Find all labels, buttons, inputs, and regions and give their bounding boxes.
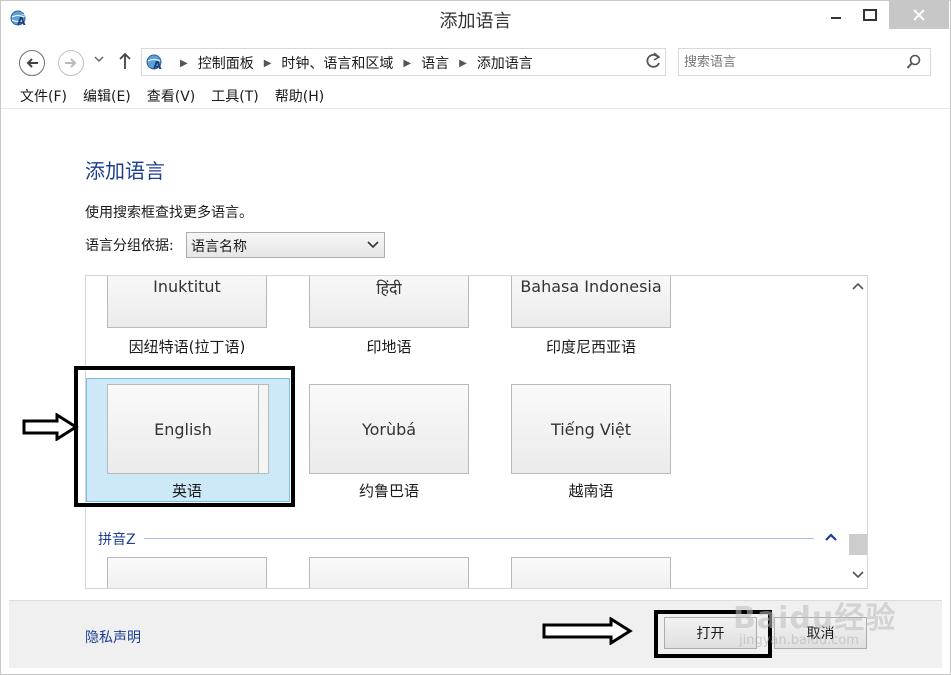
language-tile-caption: 约鲁巴语 xyxy=(358,482,419,500)
vertical-scrollbar[interactable] xyxy=(847,276,867,588)
chevron-down-icon xyxy=(367,241,379,249)
navigation-bar: A ▶ 控制面板 ▶ 时钟、语言和区域 ▶ 语言 ▶ 添加语言 xyxy=(1,41,950,83)
page-title: 添加语言 xyxy=(85,159,165,183)
up-arrow-icon[interactable] xyxy=(117,51,133,71)
back-button[interactable] xyxy=(19,50,45,76)
forward-arrow-icon xyxy=(65,58,77,68)
language-tile-vietnamese[interactable]: Tiếng Việt 越南语 xyxy=(511,384,671,504)
maximize-button[interactable] xyxy=(853,1,887,29)
language-tile-partial[interactable] xyxy=(511,557,671,588)
menu-help[interactable]: 帮助(H) xyxy=(275,86,324,106)
menu-edit[interactable]: 编辑(E) xyxy=(83,86,131,106)
group-by-select[interactable]: 语言名称 xyxy=(186,232,385,258)
address-bar[interactable]: A ▶ 控制面板 ▶ 时钟、语言和区域 ▶ 语言 ▶ 添加语言 xyxy=(141,48,771,76)
search-input[interactable] xyxy=(679,49,894,75)
search-icon[interactable] xyxy=(906,54,922,70)
main-content: 添加语言 使用搜索框查找更多语言。 语言分组依据: 语言名称 Inuktitut… xyxy=(9,110,942,600)
language-tile-native-name: हिंदी xyxy=(309,276,469,328)
language-tile-native-name: Tiếng Việt xyxy=(511,384,671,474)
svg-text:A: A xyxy=(153,59,162,72)
menu-bar: 文件(F) 编辑(E) 查看(V) 工具(T) 帮助(H) xyxy=(1,83,950,109)
language-tile-caption: 印度尼西亚语 xyxy=(545,338,636,356)
section-header-label: 拼音Z xyxy=(98,532,136,548)
breadcrumb-item-control-panel[interactable]: 控制面板 xyxy=(198,53,254,73)
language-tile-native-name: Inuktitut xyxy=(107,276,267,328)
breadcrumb: ▶ 控制面板 ▶ 时钟、语言和区域 ▶ 语言 ▶ 添加语言 xyxy=(170,53,533,73)
minimize-button[interactable] xyxy=(819,1,853,29)
breadcrumb-item-add-language[interactable]: 添加语言 xyxy=(477,53,533,73)
scrollbar-thumb[interactable] xyxy=(849,534,867,555)
scroll-up-chevron-icon[interactable] xyxy=(852,281,864,291)
group-by-selected-value: 语言名称 xyxy=(191,239,247,255)
page-description: 使用搜索框查找更多语言。 xyxy=(85,205,253,221)
highlight-rectangle-english xyxy=(74,366,295,507)
title-bar: A 字 添加语言 xyxy=(1,1,950,41)
close-icon xyxy=(913,9,925,21)
add-language-window: A 字 添加语言 A ▶ 控制面板 ▶ 时钟、语言和区域 ▶ 语言 ▶ 添加语言… xyxy=(0,0,951,675)
menu-file[interactable]: 文件(F) xyxy=(20,86,67,106)
language-tile-inuktitut[interactable]: Inuktitut 因纽特语(拉丁语) xyxy=(107,276,267,356)
refresh-icon[interactable] xyxy=(644,51,662,71)
search-box[interactable] xyxy=(678,48,931,76)
breadcrumb-separator-icon: ▶ xyxy=(403,57,412,69)
window-title: 添加语言 xyxy=(439,11,512,32)
group-by-label: 语言分组依据: xyxy=(85,238,174,254)
watermark-url: jingyan.baidu.com xyxy=(739,633,859,648)
collapse-section-chevron-up-icon[interactable] xyxy=(824,532,838,542)
language-tile-bahasa-indonesia[interactable]: Bahasa Indonesia 印度尼西亚语 xyxy=(511,276,671,356)
baidu-jingyan-watermark: Baidu经验 jingyan.baidu.com xyxy=(733,593,933,657)
language-tile-hindi[interactable]: हिंदी 印地语 xyxy=(309,276,469,356)
pointer-arrow-icon xyxy=(542,617,633,645)
forward-button[interactable] xyxy=(58,50,84,76)
close-button[interactable] xyxy=(889,1,949,29)
maximize-icon xyxy=(863,9,877,21)
minimize-icon xyxy=(831,17,841,19)
language-tile-caption: 因纽特语(拉丁语) xyxy=(128,338,246,356)
recent-locations-chevron-icon[interactable] xyxy=(94,55,104,63)
section-divider xyxy=(144,538,814,539)
watermark-brand: Baidu经验 xyxy=(733,601,897,636)
menu-view[interactable]: 查看(V) xyxy=(147,86,196,106)
language-tile-yoruba[interactable]: Yorùbá 约鲁巴语 xyxy=(309,384,469,504)
language-tile-partial[interactable] xyxy=(309,557,469,588)
language-tile-native-name: Bahasa Indonesia xyxy=(511,276,671,328)
language-tile-caption: 越南语 xyxy=(568,482,614,500)
breadcrumb-item-clock-language-region[interactable]: 时钟、语言和区域 xyxy=(281,53,393,73)
breadcrumb-item-language[interactable]: 语言 xyxy=(421,53,449,73)
scroll-down-chevron-icon[interactable] xyxy=(852,570,864,580)
language-tile-caption: 印地语 xyxy=(366,338,412,356)
language-tile-partial[interactable] xyxy=(107,557,267,588)
language-tile-native-name: Yorùbá xyxy=(309,384,469,474)
privacy-statement-link[interactable]: 隐私声明 xyxy=(85,627,141,647)
breadcrumb-separator-icon: ▶ xyxy=(459,57,467,69)
breadcrumb-separator-icon: ▶ xyxy=(180,57,188,69)
menu-tools[interactable]: 工具(T) xyxy=(211,86,258,106)
back-arrow-icon xyxy=(26,58,38,68)
breadcrumb-separator-icon: ▶ xyxy=(263,57,272,69)
language-globe-icon: A xyxy=(146,54,162,72)
pointer-arrow-icon xyxy=(22,413,79,441)
